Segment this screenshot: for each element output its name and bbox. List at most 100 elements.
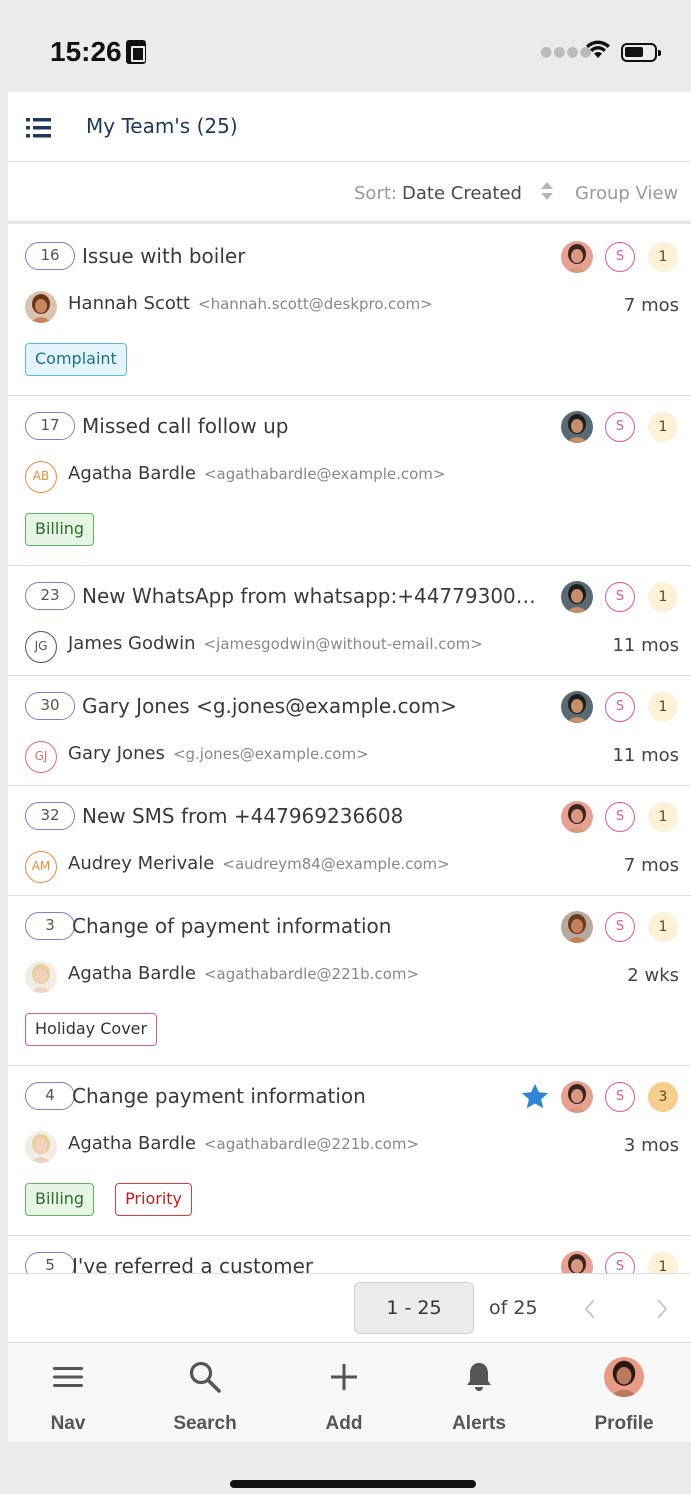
tab-label: Add [325, 1413, 363, 1434]
ticket-id-pill: 30 [25, 692, 75, 720]
person-name[interactable]: Gary Jones <g.jones@example.com> [68, 743, 369, 764]
tab-add[interactable]: Add [284, 1343, 404, 1442]
ticket-subject[interactable]: Issue with boiler [82, 242, 548, 270]
search-icon [145, 1357, 265, 1397]
agent-avatar [561, 581, 593, 613]
person-name[interactable]: Agatha Bardle <agathabardle@221b.com> [68, 963, 419, 984]
ticket-row[interactable]: 5 I've referred a customer S 1 [8, 1236, 691, 1276]
page-total: of 25 [489, 1297, 538, 1319]
page-range-field[interactable]: 1 - 25 [354, 1282, 474, 1334]
home-indicator [230, 1480, 476, 1488]
ticket-list: 16 Issue with boiler S 1 Hannah Scott <hannah… [8, 226, 691, 1276]
tab-search[interactable]: Search [145, 1343, 265, 1442]
ticket-age: 7 mos [623, 295, 679, 316]
label-billing[interactable]: Billing [25, 513, 95, 546]
message-count-badge: 1 [648, 412, 678, 442]
message-count-badge: 1 [648, 912, 678, 942]
list-view-icon[interactable] [26, 118, 52, 138]
status-badge: S [605, 582, 635, 612]
tab-label: Search [173, 1413, 237, 1434]
chevron-right-icon[interactable] [656, 1298, 668, 1320]
agent-avatar [561, 411, 593, 443]
status-badge: S [605, 802, 635, 832]
page-title[interactable]: My Team's (25) [86, 114, 238, 138]
tab-nav[interactable]: Nav [8, 1343, 128, 1442]
person-name[interactable]: Hannah Scott <hannah.scott@deskpro.com> [68, 293, 433, 314]
avatar-icon [564, 1357, 684, 1397]
ticket-id-pill: 4 [25, 1082, 75, 1110]
tab-label: Nav [50, 1413, 86, 1434]
agent-avatar [561, 691, 593, 723]
sort-value-button[interactable]: Date Created [402, 183, 522, 204]
ticket-age: 7 mos [623, 855, 679, 876]
person-initials-avatar: AM [25, 851, 57, 883]
ticket-subject[interactable]: Gary Jones <g.jones@example.com> [82, 692, 548, 720]
sim-icon [126, 40, 146, 64]
person-email: <agathabardle@221b.com> [203, 1135, 420, 1153]
sort-caret-icon[interactable] [540, 180, 554, 202]
status-badge: S [605, 692, 635, 722]
person-name[interactable]: Audrey Merivale <audreym84@example.com> [68, 853, 450, 874]
star-icon[interactable] [520, 1082, 550, 1112]
person-email: <g.jones@example.com> [172, 745, 369, 763]
ticket-subject[interactable]: Change of payment information [72, 912, 518, 940]
ticket-row[interactable]: 32 New SMS from +447969236608 S 1 AM Audrey M… [8, 786, 691, 896]
sort-label: Sort: [354, 183, 397, 204]
plus-icon [284, 1357, 404, 1397]
ticket-id-pill: 17 [25, 412, 75, 440]
label-holiday[interactable]: Holiday Cover [25, 1013, 158, 1046]
message-count-badge: 1 [648, 242, 678, 272]
ticket-age: 2 wks [627, 965, 679, 986]
ticket-id-pill: 3 [25, 912, 75, 940]
agent-avatar [561, 801, 593, 833]
ticket-id-pill: 32 [25, 802, 75, 830]
ticket-row[interactable]: 16 Issue with boiler S 1 Hannah Scott <hannah… [8, 226, 691, 396]
label-billing[interactable]: Billing [25, 1183, 95, 1216]
person-email: <hannah.scott@deskpro.com> [198, 295, 433, 313]
message-count-badge: 1 [648, 802, 678, 832]
person-name[interactable]: Agatha Bardle <agathabardle@example.com> [68, 463, 445, 484]
tab-label: Alerts [452, 1413, 506, 1434]
person-name[interactable]: James Godwin <jamesgodwin@without-email.c… [68, 633, 483, 654]
status-badge: S [605, 912, 635, 942]
tab-profile[interactable]: Profile [564, 1343, 684, 1442]
ticket-subject[interactable]: New SMS from +447969236608 [82, 802, 548, 830]
bell-icon [419, 1357, 539, 1397]
ticket-age: 11 mos [612, 745, 679, 766]
status-badge: S [605, 242, 635, 272]
ticket-row[interactable]: 30 Gary Jones <g.jones@example.com> S 1 GJ Ga… [8, 676, 691, 786]
hamburger-icon [8, 1357, 128, 1397]
chevron-left-icon[interactable] [584, 1298, 596, 1320]
ticket-row[interactable]: 3 Change of payment information S 1 Agatha B… [8, 896, 691, 1066]
person-email: <agathabardle@example.com> [203, 465, 446, 483]
message-count-badge: 1 [648, 582, 678, 612]
ticket-row[interactable]: 23 New WhatsApp from whatsapp:+4477930086… [8, 566, 691, 676]
label-priority[interactable]: Priority [115, 1183, 193, 1216]
label-complaint[interactable]: Complaint [25, 343, 127, 376]
ticket-subject[interactable]: Change payment information [72, 1082, 518, 1110]
message-count-badge: 1 [648, 692, 678, 722]
ticket-row[interactable]: 17 Missed call follow up S 1 AB Agatha Bardle… [8, 396, 691, 566]
label-group: Billing Priority [25, 1183, 193, 1216]
person-avatar [25, 1131, 57, 1163]
agent-avatar [561, 911, 593, 943]
agent-avatar [561, 241, 593, 273]
tab-alerts[interactable]: Alerts [419, 1343, 539, 1442]
pagination-bar: 1 - 25 of 25 [8, 1273, 691, 1343]
tab-label: Profile [594, 1413, 654, 1434]
person-email: <agathabardle@221b.com> [203, 965, 420, 983]
top-bar: My Team's (25) [8, 92, 691, 162]
ticket-subject[interactable]: Missed call follow up [82, 412, 548, 440]
status-bar: 15:26 ●●●● [0, 0, 691, 92]
status-time: 15:26 [50, 36, 122, 67]
label-group: Billing [25, 513, 95, 546]
group-view-button[interactable]: Group View [575, 183, 678, 204]
bottom-tab-bar: Nav Search Add Alerts Profile [8, 1343, 691, 1442]
ticket-subject[interactable]: New WhatsApp from whatsapp:+4477930086..… [82, 582, 548, 610]
person-name[interactable]: Agatha Bardle <agathabardle@221b.com> [68, 1133, 419, 1154]
person-avatar [25, 291, 57, 323]
person-avatar [25, 961, 57, 993]
app-screen: My Team's (25) Sort: Date Created Group … [8, 92, 691, 1442]
ticket-row[interactable]: 4 Change payment information S 3 Agatha Bard… [8, 1066, 691, 1236]
status-badge: S [605, 1082, 635, 1112]
